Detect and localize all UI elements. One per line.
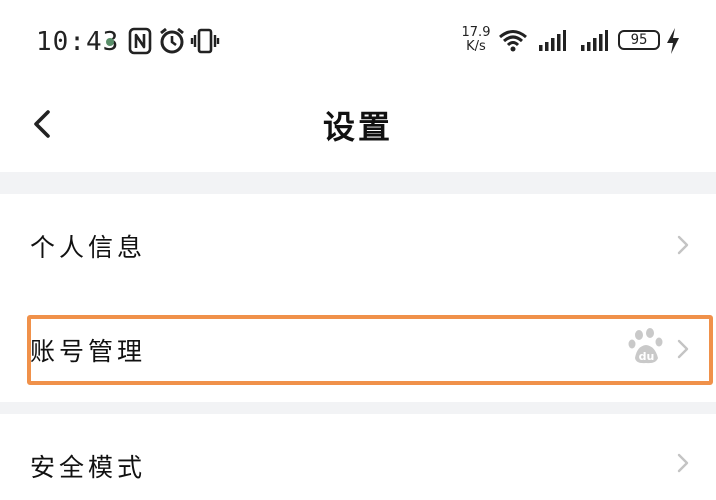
- chevron-right-icon: [677, 453, 689, 473]
- battery-indicator: 95: [618, 30, 660, 50]
- page-title: 设置: [322, 108, 393, 146]
- notification-dot-icon: [106, 38, 114, 46]
- network-speed: 17.9 K/s: [460, 26, 492, 54]
- nfc-icon: [128, 27, 152, 55]
- alarm-icon: [160, 27, 184, 54]
- chevron-right-icon: [677, 339, 689, 359]
- settings-item-label: 账号管理: [30, 337, 147, 366]
- settings-item-label: 安全模式: [30, 453, 147, 482]
- wifi-icon: [499, 30, 527, 52]
- signal-icon-secondary: [581, 30, 608, 51]
- chevron-right-icon: [677, 235, 689, 255]
- network-speed-value: 17.9: [461, 25, 491, 40]
- status-bar: 10:43 17.9 K/s 95: [0, 0, 716, 78]
- signal-icon: [539, 30, 566, 51]
- settings-item-safe-mode[interactable]: 安全模式: [0, 414, 716, 500]
- svg-text:du: du: [639, 350, 655, 363]
- vibrate-icon: [190, 28, 220, 54]
- network-speed-unit: K/s: [466, 39, 486, 54]
- section-divider: [0, 172, 716, 194]
- settings-item-account-management[interactable]: 账号管理 du: [0, 298, 716, 402]
- charging-icon: [667, 28, 679, 54]
- section-divider: [0, 402, 716, 414]
- top-app-bar: 设置: [0, 78, 716, 172]
- settings-item-label: 个人信息: [30, 233, 147, 262]
- baidu-du-icon: du: [628, 328, 663, 364]
- settings-item-personal-info[interactable]: 个人信息: [0, 194, 716, 298]
